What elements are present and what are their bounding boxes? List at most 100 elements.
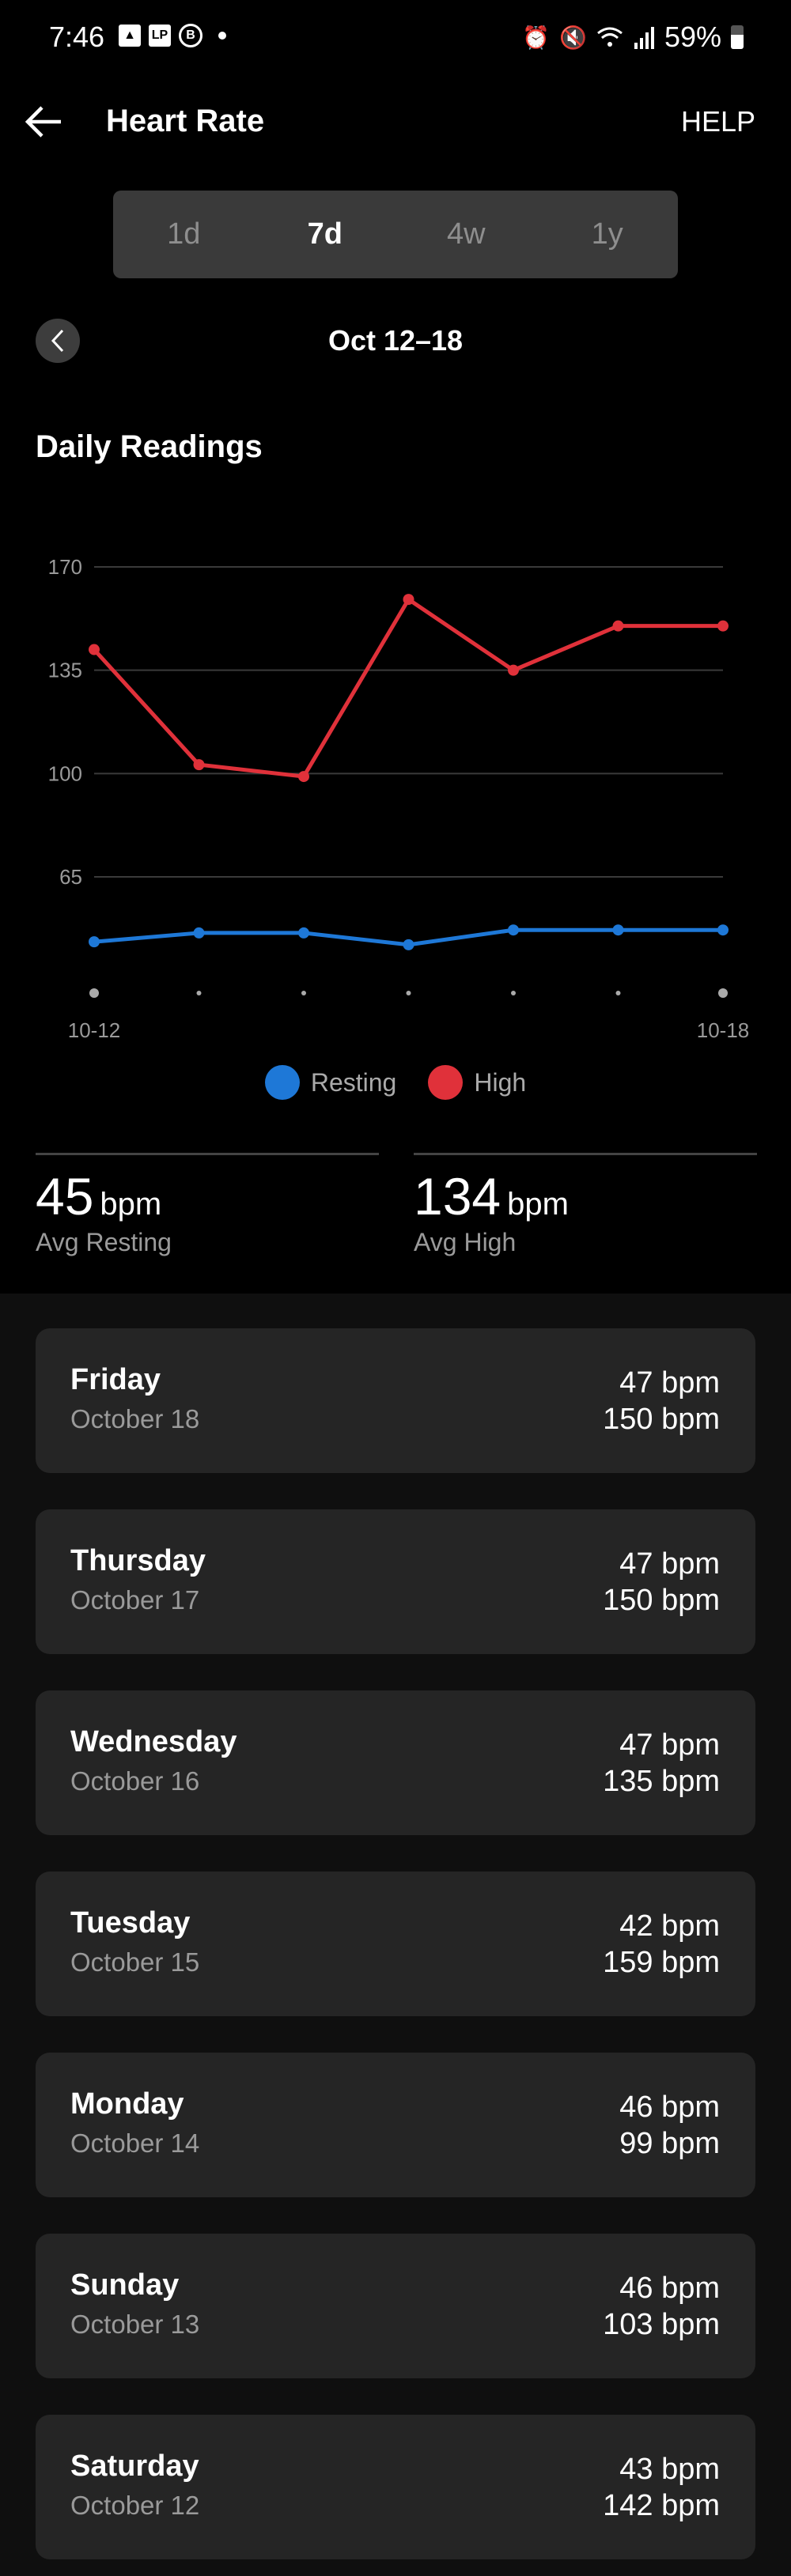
- notification-dot-icon: [218, 32, 226, 40]
- card-high: 103 bpm: [603, 2308, 720, 2341]
- card-day: Monday: [70, 2087, 184, 2121]
- card-day: Thursday: [70, 1544, 206, 1577]
- lp-icon: LP: [149, 25, 171, 47]
- legend-dot-high: [428, 1065, 464, 1100]
- x-tick-mark: [89, 988, 99, 998]
- summary-stats: 45 bpm Avg Resting 134 bpm Avg High: [36, 1153, 757, 1257]
- day-card[interactable]: Thursday October 17 47 bpm 150 bpm: [36, 1509, 755, 1654]
- gallery-icon: ▲: [119, 25, 141, 47]
- avg-high-stat: 134 bpm Avg High: [414, 1153, 757, 1257]
- card-resting: 47 bpm: [619, 1366, 720, 1399]
- page-title: Heart Rate: [106, 104, 265, 138]
- avg-resting-value: 45: [36, 1167, 94, 1226]
- data-point-high: [89, 644, 100, 655]
- data-point-high: [717, 620, 729, 632]
- card-date: October 14: [70, 2128, 200, 2158]
- arrow-left-icon: [25, 106, 61, 138]
- avg-high-value: 134: [414, 1167, 501, 1226]
- data-point-high: [193, 759, 205, 771]
- card-day: Wednesday: [70, 1725, 237, 1758]
- card-date: October 18: [70, 1404, 200, 1433]
- y-tick-label: 170: [48, 555, 82, 579]
- card-day: Sunday: [70, 2268, 180, 2302]
- legend-item-resting: Resting: [264, 1065, 397, 1100]
- card-date: October 13: [70, 2310, 200, 2339]
- data-point-high: [403, 594, 414, 606]
- status-bar: 7:46 ▲ LP B ⏰ 🔇 59%: [0, 0, 791, 75]
- x-tick-label: 10-18: [697, 1018, 750, 1042]
- day-card[interactable]: Wednesday October 16 47 bpm 135 bpm: [36, 1690, 755, 1835]
- legend-label-resting: Resting: [310, 1067, 397, 1097]
- y-tick-label: 135: [48, 659, 82, 682]
- wifi-icon: [597, 27, 623, 47]
- data-point-resting: [193, 927, 205, 939]
- day-card[interactable]: Saturday October 12 43 bpm 142 bpm: [36, 2415, 755, 2559]
- day-card[interactable]: Monday October 14 46 bpm 99 bpm: [36, 2053, 755, 2197]
- tab-1y[interactable]: 1y: [537, 191, 679, 278]
- card-day: Tuesday: [70, 1906, 191, 1940]
- battery-percent: 59%: [664, 21, 721, 53]
- b-chat-icon: B: [179, 24, 202, 47]
- card-resting: 47 bpm: [619, 1547, 720, 1581]
- daily-list: Friday October 18 47 bpm 150 bpm Thursday…: [0, 1294, 791, 2576]
- heart-rate-chart: 65 100 135 170 10-12 10-18: [48, 555, 750, 1042]
- x-tick-mark: [718, 988, 728, 998]
- date-range-label: Oct 12–18: [327, 324, 464, 357]
- y-tick-label: 100: [48, 761, 82, 785]
- avg-resting-label: Avg Resting: [36, 1228, 172, 1256]
- section-title: Daily Readings: [36, 429, 263, 464]
- avg-high-unit: bpm: [507, 1187, 569, 1222]
- help-button[interactable]: HELP: [681, 105, 755, 138]
- app-bar: Heart Rate HELP: [0, 91, 791, 154]
- x-tick-mark: [301, 991, 306, 995]
- tab-1d[interactable]: 1d: [113, 191, 255, 278]
- day-card[interactable]: Tuesday October 15 42 bpm 159 bpm: [36, 1872, 755, 2016]
- x-tick-mark: [615, 991, 621, 995]
- data-point-high: [298, 771, 309, 783]
- card-high: 99 bpm: [619, 2127, 720, 2160]
- data-point-resting: [717, 924, 729, 936]
- legend-label-high: High: [474, 1067, 527, 1097]
- range-selector: 1d 7d 4w 1y: [113, 191, 678, 278]
- card-resting: 47 bpm: [619, 1728, 720, 1762]
- legend-item-high: High: [428, 1065, 526, 1100]
- card-resting: 43 bpm: [619, 2453, 720, 2486]
- card-date: October 16: [70, 1766, 200, 1796]
- card-date: October 12: [70, 2491, 200, 2520]
- x-tick-mark: [406, 991, 411, 995]
- data-point-resting: [612, 924, 624, 936]
- day-card[interactable]: Sunday October 13 46 bpm 103 bpm: [36, 2234, 755, 2378]
- legend-dot-resting: [264, 1065, 300, 1100]
- mute-icon: 🔇: [559, 25, 587, 50]
- battery-icon: [731, 25, 744, 49]
- card-high: 150 bpm: [603, 1403, 720, 1436]
- data-point-resting: [298, 927, 309, 939]
- data-point-resting: [508, 924, 519, 936]
- alarm-icon: ⏰: [522, 25, 551, 50]
- avg-resting-stat: 45 bpm Avg Resting: [36, 1153, 379, 1257]
- card-day: Friday: [70, 1363, 161, 1396]
- tab-4w[interactable]: 4w: [396, 191, 537, 278]
- data-point-resting: [89, 936, 100, 948]
- card-date: October 17: [70, 1585, 200, 1615]
- card-resting: 46 bpm: [619, 2091, 720, 2124]
- data-point-high: [508, 664, 519, 676]
- card-resting: 46 bpm: [619, 2272, 720, 2305]
- card-high: 159 bpm: [603, 1946, 720, 1979]
- date-range-nav: Oct 12–18: [0, 316, 791, 364]
- card-high: 142 bpm: [603, 2489, 720, 2522]
- avg-resting-unit: bpm: [100, 1187, 162, 1222]
- signal-icon: [634, 27, 654, 49]
- status-time: 7:46: [49, 21, 105, 53]
- data-point-resting: [403, 939, 414, 950]
- x-tick-mark: [196, 991, 202, 995]
- card-date: October 15: [70, 1947, 200, 1977]
- tab-7d[interactable]: 7d: [255, 191, 396, 278]
- back-button[interactable]: [22, 102, 65, 142]
- data-point-high: [612, 620, 624, 632]
- day-card[interactable]: Friday October 18 47 bpm 150 bpm: [36, 1328, 755, 1473]
- avg-high-label: Avg High: [414, 1228, 517, 1256]
- x-tick-mark: [511, 991, 516, 995]
- chart-legend: Resting High: [0, 1065, 791, 1100]
- card-resting: 42 bpm: [619, 1909, 720, 1943]
